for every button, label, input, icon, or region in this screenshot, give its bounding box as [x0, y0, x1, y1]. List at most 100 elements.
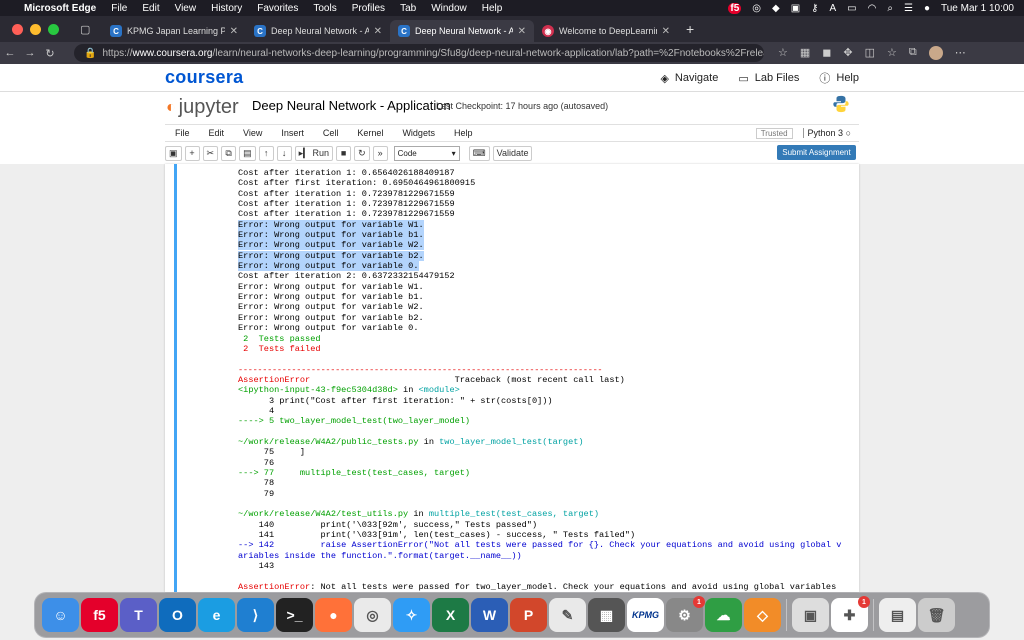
extension-icon[interactable]: ◼	[822, 46, 831, 60]
menu-window[interactable]: Window	[431, 3, 467, 14]
jmenu-insert[interactable]: Insert	[281, 128, 304, 138]
dock-appstore-icon[interactable]: ✚ 1	[831, 596, 870, 632]
dock-word-icon[interactable]: W	[471, 598, 508, 632]
navigate-button[interactable]: ◈ Navigate	[660, 72, 718, 85]
clock[interactable]: Tue Mar 1 10:00	[941, 3, 1014, 14]
dock-finder-icon[interactable]: ☺	[42, 598, 79, 632]
jmenu-view[interactable]: View	[243, 128, 262, 138]
jmenu-edit[interactable]: Edit	[209, 128, 225, 138]
lab-files-button[interactable]: ▭ Lab Files	[738, 72, 799, 85]
maximize-window-button[interactable]	[48, 23, 59, 35]
close-window-button[interactable]	[12, 23, 23, 35]
menu-app-name[interactable]: Microsoft Edge	[24, 3, 96, 14]
restart-icon[interactable]: ↻	[354, 145, 370, 161]
extension-icon[interactable]: ▦	[800, 46, 810, 60]
jmenu-kernel[interactable]: Kernel	[357, 128, 383, 138]
close-tab-icon[interactable]: ✕	[230, 26, 238, 37]
dock-terminal-icon[interactable]: >_	[276, 598, 313, 632]
jupyter-logo[interactable]: ◐ jupyter	[166, 96, 239, 119]
menu-profiles[interactable]: Profiles	[352, 3, 385, 14]
menu-tools[interactable]: Tools	[313, 3, 336, 14]
code-cell[interactable]: Cost after iteration 1: 0.65640261884091…	[165, 164, 859, 592]
reload-icon[interactable]: ↻	[40, 47, 60, 60]
dock-kpmg-icon[interactable]: KPMG	[627, 598, 664, 632]
tab-actions-icon[interactable]: ▢	[80, 23, 102, 36]
add-cell-icon[interactable]: +	[184, 145, 200, 161]
tab-kpmg[interactable]: C KPMG Japan Learning Program ✕	[102, 20, 246, 42]
dock-trash-icon[interactable]: 🗑	[918, 598, 955, 632]
run-button[interactable]: ▸▎ Run	[294, 145, 334, 161]
close-tab-icon[interactable]: ✕	[662, 26, 670, 37]
dock-safari-icon[interactable]: ✧	[393, 598, 430, 632]
save-icon[interactable]: ▣	[165, 145, 182, 161]
validate-button[interactable]: Validate	[492, 145, 533, 161]
key-icon[interactable]: ⚷	[811, 3, 818, 14]
dock-chrome-icon[interactable]: ◎	[354, 598, 391, 632]
clipboard-icon[interactable]: ▣	[791, 3, 800, 14]
cell-type-select[interactable]: Code ▾	[393, 145, 460, 161]
dock-settings-icon[interactable]: ⚙ 1	[666, 596, 705, 632]
more-menu-icon[interactable]: ⋯	[955, 46, 966, 60]
profile-avatar[interactable]	[928, 46, 943, 60]
menu-edit[interactable]: Edit	[142, 3, 159, 14]
cut-icon[interactable]: ✂	[202, 145, 219, 161]
jmenu-cell[interactable]: Cell	[323, 128, 339, 138]
paste-icon[interactable]: ▤	[239, 145, 256, 161]
dock-edge-icon[interactable]: e	[198, 598, 235, 632]
close-tab-icon[interactable]: ✕	[374, 26, 382, 37]
fast-forward-icon[interactable]: »	[372, 145, 388, 161]
submit-assignment-button[interactable]: Submit Assignment	[777, 145, 856, 160]
jmenu-help[interactable]: Help	[454, 128, 473, 138]
address-bar[interactable]: 🔒 https://www.coursera.org/learn/neural-…	[74, 44, 764, 62]
coursera-logo[interactable]: coursera	[165, 67, 243, 88]
dock-powerpoint-icon[interactable]: P	[510, 598, 547, 632]
dock-calculator-icon[interactable]: ▦	[588, 598, 625, 632]
collections-icon[interactable]: ⧉	[909, 46, 917, 60]
jmenu-widgets[interactable]: Widgets	[402, 128, 435, 138]
forward-icon[interactable]: →	[20, 47, 40, 59]
split-screen-icon[interactable]: ◫	[865, 46, 875, 60]
move-up-icon[interactable]: ↑	[258, 145, 274, 161]
control-center-icon[interactable]: ☰	[904, 3, 913, 14]
menu-favorites[interactable]: Favorites	[257, 3, 298, 14]
tab-deeplearning-ai[interactable]: ◉ Welcome to DeepLearning.AI ✕	[534, 20, 678, 42]
dock-teams-icon[interactable]: T	[120, 598, 157, 632]
dock-textedit-icon[interactable]: ✎	[549, 598, 586, 632]
close-tab-icon[interactable]: ✕	[518, 26, 526, 37]
dropbox-icon[interactable]: ◆	[772, 3, 780, 14]
location-icon[interactable]: ◎	[752, 3, 761, 14]
siri-icon[interactable]: ●	[924, 3, 930, 14]
menu-file[interactable]: File	[111, 3, 127, 14]
menu-tab[interactable]: Tab	[400, 3, 416, 14]
puzzle-icon[interactable]: ✥	[843, 46, 852, 60]
move-down-icon[interactable]: ↓	[276, 145, 292, 161]
battery-icon[interactable]: ▭	[847, 3, 856, 14]
back-icon[interactable]: ←	[0, 47, 20, 59]
notebook-title[interactable]: Deep Neural Network - Application	[252, 98, 451, 113]
favorite-star-icon[interactable]: ☆	[778, 46, 788, 60]
trusted-badge[interactable]: Trusted	[755, 127, 793, 139]
new-tab-icon[interactable]: +	[686, 21, 694, 37]
spotlight-search-icon[interactable]: ⌕	[887, 3, 893, 14]
tab-dnn-1[interactable]: C Deep Neural Network - Application ✕	[246, 20, 390, 42]
dock-network-icon[interactable]: ◇	[744, 598, 781, 632]
dock-remote-icon[interactable]: ☁	[705, 598, 742, 632]
dock-vscode-icon[interactable]: ⟩	[237, 598, 274, 632]
menu-help[interactable]: Help	[482, 3, 503, 14]
dock-firefox-icon[interactable]: ●	[315, 598, 352, 632]
dock-excel-icon[interactable]: X	[432, 598, 469, 632]
jmenu-file[interactable]: File	[175, 128, 190, 138]
copy-icon[interactable]: ⧉	[221, 145, 237, 161]
tab-dnn-active[interactable]: C Deep Neural Network - Application ✕	[390, 20, 534, 42]
input-source-icon[interactable]: A	[830, 3, 837, 14]
minimize-window-button[interactable]	[30, 23, 41, 35]
dock-outlook-icon[interactable]: O	[159, 598, 196, 632]
dock-preview-icon[interactable]: ▣	[792, 598, 829, 632]
favorites-icon[interactable]: ☆	[887, 46, 897, 60]
stop-icon[interactable]: ■	[336, 145, 352, 161]
help-button[interactable]: ⓘ Help	[819, 70, 859, 86]
menu-history[interactable]: History	[211, 3, 242, 14]
dock-f5-icon[interactable]: f5	[81, 598, 118, 632]
dock-downloads-icon[interactable]: ▤	[879, 598, 916, 632]
wifi-icon[interactable]: ◠	[868, 3, 877, 14]
